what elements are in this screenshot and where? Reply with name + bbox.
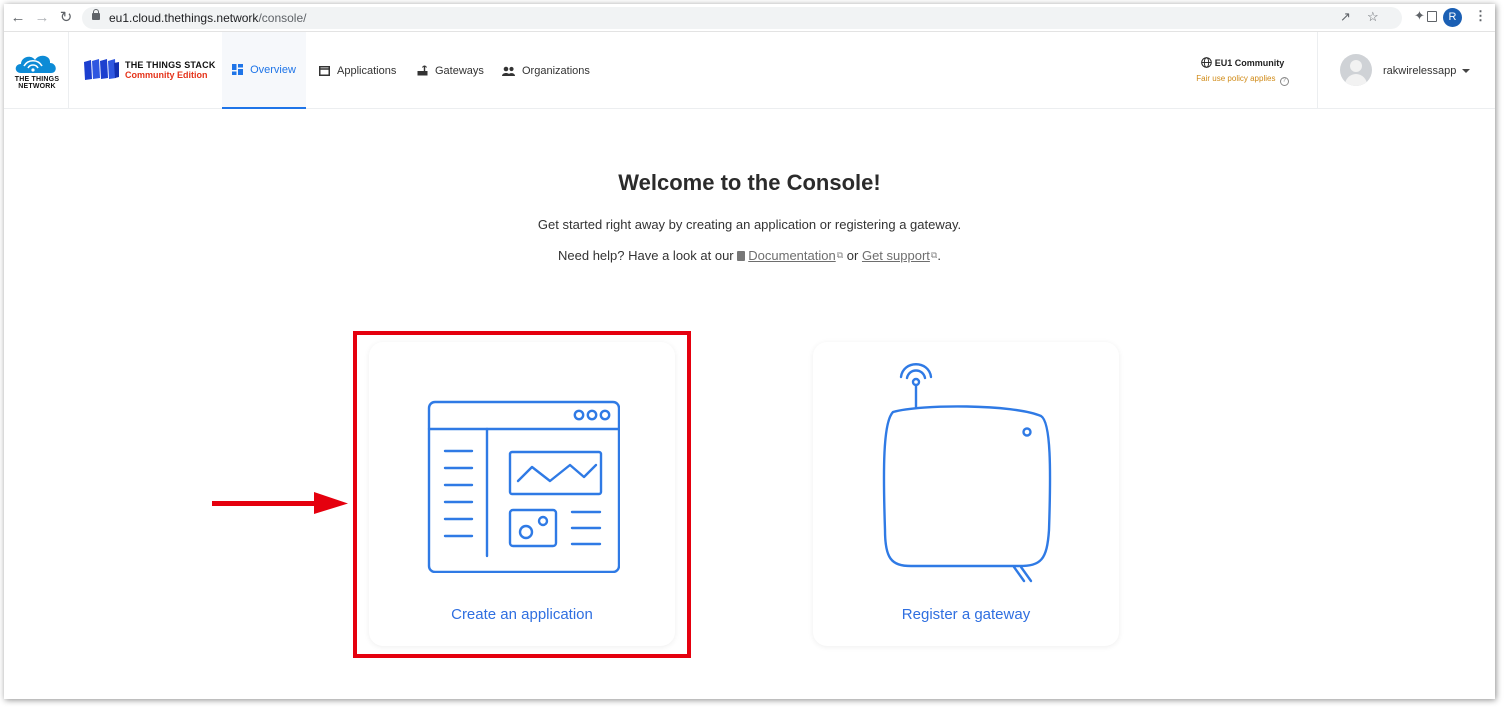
pointer-arrow-icon: [212, 492, 348, 514]
tab-organizations-label: Organizations: [522, 64, 590, 77]
url-text: eu1.cloud.thethings.network/console/: [109, 11, 306, 25]
browser-toolbar: ← → ↻ eu1.cloud.thethings.network/consol…: [4, 4, 1495, 32]
user-avatar: [1340, 54, 1372, 86]
tab-overview-label: Overview: [250, 63, 296, 76]
tab-organizations[interactable]: Organizations: [502, 32, 590, 109]
share-icon[interactable]: ↗: [1340, 9, 1351, 25]
tab-gateways[interactable]: Gateways: [417, 32, 484, 109]
region-selector[interactable]: EU1 Community Fair use policy applies ?: [1190, 57, 1295, 86]
region-name-row: EU1 Community: [1190, 57, 1295, 68]
help-prefix: Need help? Have a look at our: [558, 248, 734, 263]
region-name: EU1 Community: [1214, 58, 1285, 68]
lock-icon: [92, 9, 100, 20]
user-menu[interactable]: rakwirelessapp: [1317, 32, 1495, 109]
stack-logo-icon[interactable]: [84, 59, 120, 81]
menu-kebab-icon[interactable]: ⋮: [1474, 8, 1487, 24]
register-gateway-label: Register a gateway: [901, 606, 1031, 623]
help-line: Need help? Have a look at our Documentat…: [4, 248, 1495, 263]
fair-use-text: Fair use policy applies: [1196, 74, 1276, 83]
get-support-link[interactable]: Get support: [862, 248, 930, 263]
globe-icon: [1200, 57, 1212, 68]
tab-gateways-label: Gateways: [435, 64, 484, 77]
stack-subtitle: Community Edition: [125, 70, 208, 80]
forward-arrow-icon[interactable]: →: [32, 8, 52, 28]
ttn-logo[interactable]: THE THINGS NETWORK: [4, 32, 69, 109]
stack-title: THE THINGS STACK: [125, 60, 216, 70]
fair-use-note[interactable]: Fair use policy applies ?: [1190, 74, 1295, 86]
caret-down-icon: [1462, 69, 1470, 73]
tab-overview[interactable]: Overview: [222, 32, 306, 109]
page-subtitle: Get started right away by creating an ap…: [537, 217, 962, 232]
page-title: Welcome to the Console!: [618, 170, 881, 195]
side-panel-icon[interactable]: [1427, 11, 1437, 22]
username: rakwirelessapp: [1383, 65, 1457, 77]
tab-applications-label: Applications: [337, 64, 397, 77]
gateway-device-icon: [882, 363, 1052, 583]
help-or: or: [846, 248, 859, 263]
register-gateway-card[interactable]: Register a gateway: [813, 342, 1119, 646]
profile-avatar[interactable]: R: [1443, 8, 1462, 27]
window-icon: [319, 65, 330, 76]
back-arrow-icon[interactable]: ←: [8, 8, 28, 28]
url-path: /console/: [258, 11, 307, 25]
browser-window: ← → ↻ eu1.cloud.thethings.network/consol…: [4, 4, 1495, 699]
extensions-icon[interactable]: ✦: [1414, 8, 1425, 24]
people-icon: [502, 66, 515, 76]
star-icon[interactable]: ☆: [1367, 9, 1379, 25]
documentation-link[interactable]: Documentation: [748, 248, 835, 263]
external-link-icon: ⧉: [836, 250, 844, 260]
reload-icon[interactable]: ↻: [56, 8, 76, 28]
router-icon: [417, 65, 428, 76]
address-bar[interactable]: eu1.cloud.thethings.network/console/ ↗ ☆: [82, 7, 1402, 29]
url-host: eu1.cloud.thethings.network: [109, 11, 259, 25]
dashboard-icon: [232, 64, 244, 75]
cloud-logo-icon: [15, 55, 56, 73]
ttn-logo-text: THE THINGS NETWORK: [14, 76, 60, 90]
help-suffix: .: [937, 248, 941, 263]
app-header: THE THINGS NETWORK THE THINGS STACK Comm…: [4, 32, 1495, 109]
help-circle-icon: ?: [1279, 77, 1289, 86]
tab-applications[interactable]: Applications: [319, 32, 396, 109]
book-icon: [737, 251, 746, 261]
highlight-box: [353, 331, 691, 658]
